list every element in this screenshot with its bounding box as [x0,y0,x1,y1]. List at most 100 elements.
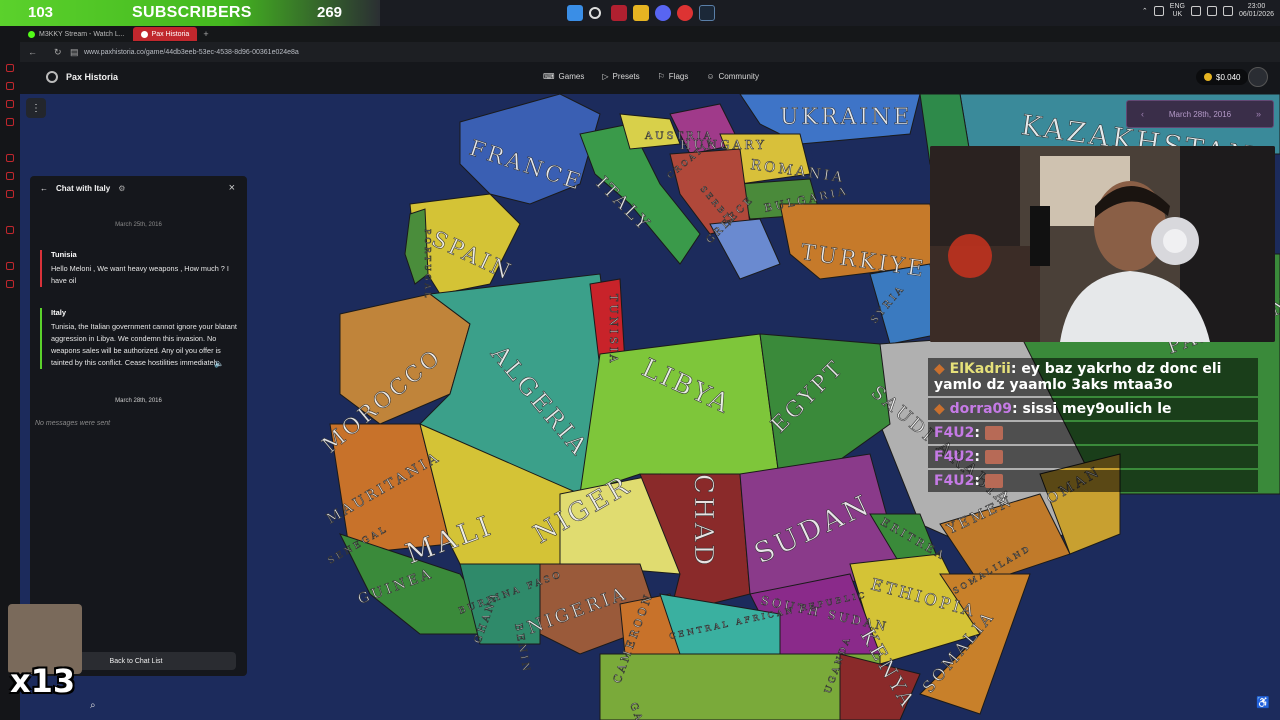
sidebar-app-icon[interactable] [6,190,14,198]
subscriber-banner: 103 SUBSCRIBERS 269 [0,0,380,26]
sidebar-app-icon[interactable] [6,64,14,72]
stream-chat-line: F4U2: [928,422,1258,444]
browser-icon[interactable] [677,5,693,21]
sub-count-left: 103 [28,4,54,21]
pax-historia-logo-icon[interactable] [46,71,58,83]
gamepad-icon: ⌨ [543,72,555,81]
chat-header: ← Chat with Italy ⚙ [40,184,125,193]
chevron-up-icon[interactable]: ⌃ [1142,7,1148,15]
sidebar-app-icon[interactable] [6,262,14,270]
battery-icon[interactable] [1222,6,1233,16]
volume-icon[interactable] [1206,6,1217,16]
sidebar-app-icon[interactable] [6,100,14,108]
date-separator: March 28th, 2016 [115,398,162,404]
chat-message: Italy Tunisia, the Italian government ca… [40,308,238,369]
nav-community[interactable]: ☺ Community [706,72,759,81]
chat-username: F4U2 [934,473,975,489]
discord-icon[interactable] [655,5,671,21]
emote-counter-text: x13 [10,662,76,700]
webcam-image [930,146,1275,342]
nav-games[interactable]: ⌨ Games [543,72,584,81]
wifi-icon[interactable] [1190,6,1201,16]
svg-text:UKRAINE: UKRAINE [780,105,912,130]
chat-text: : sissi mey9oulich le [1012,401,1172,417]
tab-stream[interactable]: M3KKY Stream - Watch L... [20,27,133,41]
chat-username: ElKadrii [949,361,1011,377]
nav-flags[interactable]: ⚐ Flags [658,72,689,81]
svg-text:PORTUGAL: PORTUGAL [423,229,432,300]
stream-chat-line: F4U2: [928,446,1258,468]
emote-icon [984,474,1003,488]
settings-icon[interactable]: ⚙ [118,184,125,193]
badge-icon: ◆ [934,401,945,417]
sidebar-app-icon[interactable] [6,154,14,162]
folder-icon[interactable] [633,5,649,21]
steam-icon[interactable] [699,5,715,21]
chat-text: : [974,449,981,465]
speaker-icon[interactable]: 🔈 [214,359,224,368]
browser-tab-bar: M3KKY Stream - Watch L... Pax Historia + [20,26,1280,42]
current-date: March 28th, 2016 [1168,109,1232,119]
profile-avatar[interactable] [1248,67,1268,87]
windows-start-icon[interactable] [567,5,583,21]
nav-presets[interactable]: ▷ Presets [602,72,639,81]
sidebar-app-icon[interactable] [6,226,14,234]
webcam-feed [930,146,1275,342]
windows-taskbar: 103 SUBSCRIBERS 269 ⌃ ENG UK 23:00 06/01… [0,0,1280,26]
chevron-left-icon[interactable]: ‹ [1141,109,1144,119]
badge-icon: ◆ [934,361,945,377]
chat-title: Chat with Italy [56,184,111,193]
date-separator: March 25th, 2016 [115,222,162,228]
sidebar-app-icon[interactable] [6,82,14,90]
balance-badge[interactable]: $0.040 [1196,69,1249,85]
stream-chat-overlay: ◆ ElKadrii: ey baz yakrho dz donc eli ya… [928,358,1258,494]
tab-pax-historia[interactable]: Pax Historia [132,27,198,41]
reload-icon[interactable]: ↻ [54,47,62,58]
emote-icon [984,426,1003,440]
network-icon[interactable] [1153,6,1164,16]
search-icon[interactable]: ⌕ [90,700,102,712]
new-tab-button[interactable]: + [203,29,208,39]
chat-username: F4U2 [934,425,975,441]
map-menu-button[interactable]: ⋮ [26,98,46,118]
pax-historia-icon [140,30,148,38]
clock[interactable]: 23:00 06/01/2026 [1239,3,1274,19]
address-bar: ← ↻ ▤ www.paxhistoria.co/game/44db3eeb-5… [20,42,1280,62]
sidebar-app-icon[interactable] [6,172,14,180]
kick-icon [28,30,35,38]
message-text: Tunisia, the Italian government cannot i… [51,322,237,367]
more-vertical-icon: ⋮ [31,102,41,114]
search-icon[interactable] [589,7,601,19]
accessibility-icon[interactable]: ♿ [1256,696,1270,710]
sidebar-app-icon[interactable] [6,118,14,126]
back-arrow-icon[interactable]: ← [40,184,48,193]
url-field[interactable]: www.paxhistoria.co/game/44db3eeb-53ec-45… [84,49,299,56]
system-tray: ⌃ ENG UK 23:00 06/01/2026 [1142,3,1274,19]
fast-forward-icon[interactable]: » [1256,109,1261,119]
message-sender: Tunisia [51,250,77,259]
message-text: Hello Meloni , We want heavy weapons , H… [51,264,229,285]
coin-icon [1204,73,1212,81]
region-black-sea [810,134,940,194]
svg-text:CHAD: CHAD [688,474,718,568]
chat-username: dorra09 [949,401,1013,417]
close-icon[interactable]: × [229,182,235,194]
language-indicator[interactable]: ENG UK [1170,3,1185,19]
main-nav: ⌨ Games ▷ Presets ⚐ Flags ☺ Community [543,72,759,81]
lock-icon[interactable]: ▤ [70,47,79,58]
emote-icon [984,450,1003,464]
chat-message: Tunisia Hello Meloni , We want heavy wea… [40,250,238,287]
chat-text: : [974,425,981,441]
svg-text:TUNISIA: TUNISIA [607,294,620,365]
app-header: Pax Historia ⌨ Games ▷ Presets ⚐ Flags ☺ Com… [20,62,1280,94]
app-name[interactable]: Pax Historia [66,72,118,82]
app-icon-red[interactable] [611,5,627,21]
back-icon[interactable]: ← [28,47,37,57]
chat-panel: ← Chat with Italy ⚙ × March 25th, 2016 T… [30,176,247,676]
empty-state: No messages were sent [35,420,111,427]
sub-label: SUBSCRIBERS [132,4,252,21]
date-widget: ‹ March 28th, 2016 » [1126,100,1274,128]
flag-icon: ⚐ [657,72,665,81]
chat-text: : [974,473,981,489]
sidebar-app-icon[interactable] [6,280,14,288]
